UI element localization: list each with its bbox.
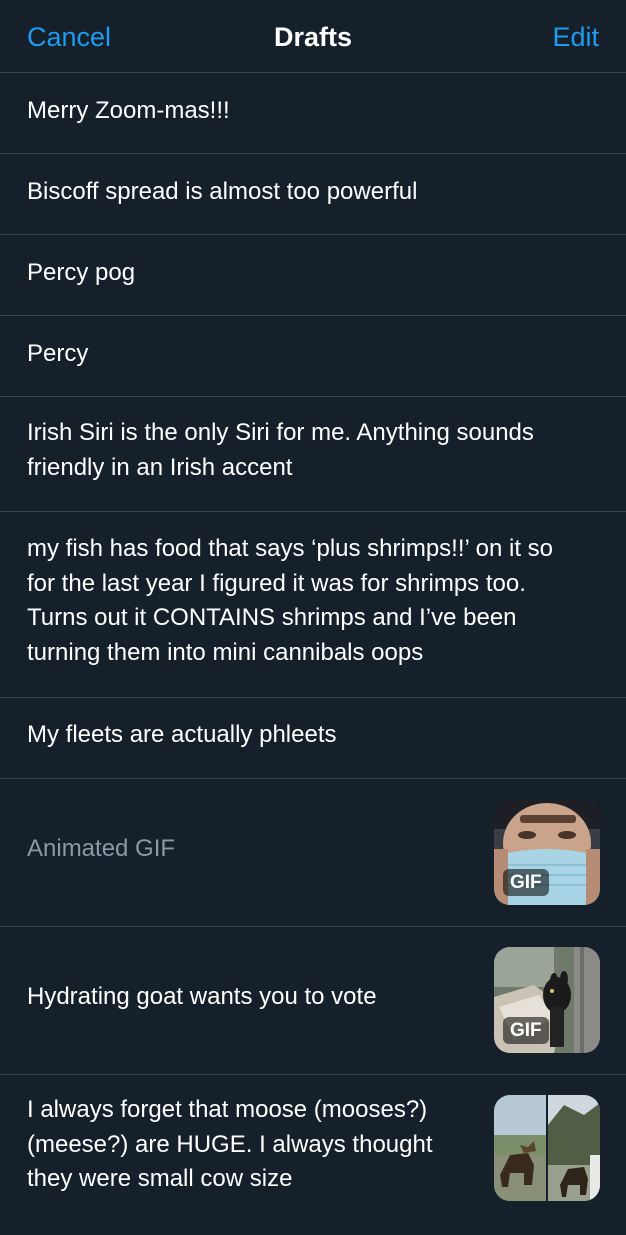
gif-thumbnail[interactable]: GIF bbox=[494, 947, 600, 1053]
draft-item[interactable]: Percy pog bbox=[0, 235, 626, 316]
draft-item[interactable]: Percy bbox=[0, 316, 626, 397]
gif-badge: GIF bbox=[503, 869, 549, 896]
draft-text: Irish Siri is the only Siri for me. Anyt… bbox=[27, 419, 534, 481]
draft-item[interactable]: Hydrating goat wants you to vote GIF bbox=[0, 927, 626, 1075]
draft-text: Merry Zoom-mas!!! bbox=[27, 97, 230, 124]
draft-item[interactable]: Merry Zoom-mas!!! bbox=[0, 73, 626, 154]
nav-header: Cancel Drafts Edit bbox=[0, 0, 626, 73]
draft-text: Percy pog bbox=[27, 259, 136, 286]
draft-text: Percy bbox=[27, 340, 89, 367]
gif-badge: GIF bbox=[503, 1017, 549, 1044]
draft-text: Biscoff spread is almost too powerful bbox=[27, 178, 418, 205]
draft-text: I always forget that moose (mooses?) (me… bbox=[27, 1096, 433, 1192]
edit-button[interactable]: Edit bbox=[552, 20, 599, 54]
draft-item[interactable]: Irish Siri is the only Siri for me. Anyt… bbox=[0, 397, 626, 512]
moose-image bbox=[494, 1095, 600, 1201]
draft-item[interactable]: I always forget that moose (mooses?) (me… bbox=[0, 1075, 626, 1235]
page-title: Drafts bbox=[273, 22, 353, 52]
draft-item[interactable]: Biscoff spread is almost too powerful bbox=[0, 154, 626, 235]
draft-item[interactable]: my fish has food that says ‘plus shrimps… bbox=[0, 512, 626, 698]
draft-text: Hydrating goat wants you to vote bbox=[27, 983, 377, 1010]
draft-text: My fleets are actually phleets bbox=[27, 721, 337, 748]
draft-text: Animated GIF bbox=[27, 835, 176, 862]
photo-thumbnail[interactable] bbox=[494, 1095, 600, 1201]
draft-item[interactable]: Animated GIF GIF bbox=[0, 779, 626, 927]
draft-text: my fish has food that says ‘plus shrimps… bbox=[27, 535, 553, 666]
draft-item[interactable]: My fleets are actually phleets bbox=[0, 698, 626, 779]
gif-thumbnail[interactable]: GIF bbox=[494, 799, 600, 905]
